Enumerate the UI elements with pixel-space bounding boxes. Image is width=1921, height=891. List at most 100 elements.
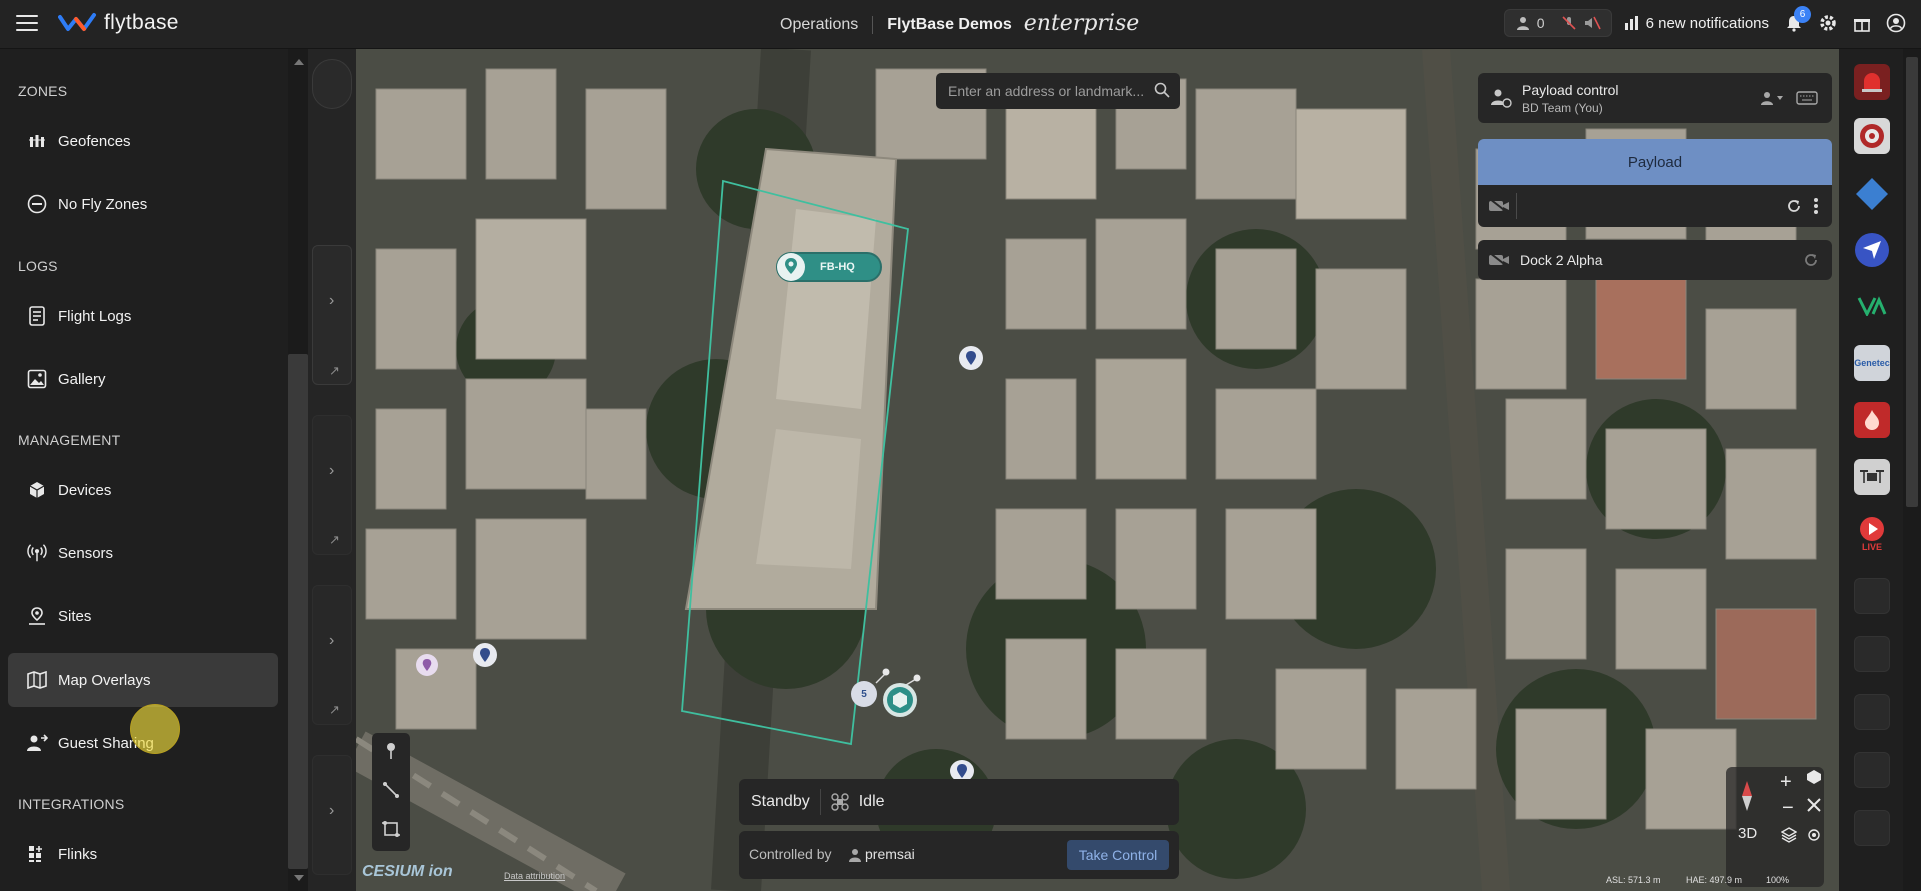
map-pin[interactable] [416,654,438,676]
draw-point-icon[interactable] [383,741,399,761]
chevron-right-icon[interactable]: › [329,292,334,310]
collapsed-search[interactable] [312,59,352,109]
placeholder-icon[interactable] [1847,571,1897,621]
flytbase-logo[interactable]: flytbase [58,11,179,35]
sidebar-item-no-fly-zones[interactable]: No Fly Zones [8,177,278,231]
map-pin[interactable] [959,346,983,370]
sidebar-scrollbar[interactable] [288,49,308,891]
fit-view-icon[interactable] [1806,797,1822,813]
speaker-muted-icon[interactable] [1583,15,1601,31]
sidebar-item-flight-logs[interactable]: Flight Logs [8,289,278,343]
scroll-up-arrow-icon[interactable] [294,59,304,65]
locate-me-icon[interactable] [1806,827,1822,843]
external-link-icon[interactable]: ↗ [329,532,340,548]
map-view[interactable]: FB-HQ 5 Enter an address or landmark... … [356,49,1839,891]
sidebar-item-geofences[interactable]: Geofences [8,114,278,168]
collapsed-card[interactable]: › ↗ [312,415,352,555]
placeholder-icon[interactable] [1847,687,1897,737]
view-mode-toggle[interactable]: 3D [1738,825,1757,842]
user-switch-icon[interactable] [1760,90,1786,106]
drone-icon[interactable] [1847,452,1897,502]
geofence-icon [26,130,48,152]
search-icon[interactable] [1154,82,1170,98]
scrollbar-thumb[interactable] [1906,57,1918,507]
flytbase-logo-icon [58,13,96,31]
refresh-icon[interactable] [1786,198,1802,214]
drone-status-bar: Standby Idle [739,779,1179,825]
operations-link[interactable]: Operations [780,16,874,34]
navigation-icon[interactable] [1847,225,1897,275]
map-search-input[interactable]: Enter an address or landmark... [936,73,1180,109]
sidebar-item-sites[interactable]: Sites [8,589,278,643]
settings-gear-icon[interactable] [1817,12,1839,34]
external-link-icon[interactable]: ↗ [329,702,340,718]
pin-icon [480,648,490,662]
collapsed-card[interactable]: › ↗ [312,585,352,725]
control-bar: Controlled by premsai Take Control [739,831,1179,879]
site-marker[interactable]: FB-HQ [776,252,882,282]
compass-icon[interactable] [1740,781,1754,811]
alarm-icon[interactable] [1847,57,1897,107]
sidebar-item-map-overlays[interactable]: Map Overlays [8,653,278,707]
chevron-right-icon[interactable]: › [329,632,334,650]
sidebar: ZONES Geofences No Fly Zones LOGS Flight… [0,49,312,891]
3d-cube-icon[interactable] [1806,769,1822,785]
scroll-down-arrow-icon[interactable] [294,875,304,881]
chevron-right-icon[interactable]: › [329,462,334,480]
section-zones: ZONES [18,83,68,99]
sidebar-item-sensors[interactable]: Sensors [8,526,278,580]
collapsed-card[interactable]: › [312,755,352,875]
layers-icon[interactable] [1781,827,1797,843]
gift-icon[interactable] [1851,12,1873,34]
image-icon [26,368,48,390]
fire-icon[interactable] [1847,395,1897,445]
diamond-icon[interactable] [1847,169,1897,219]
sidebar-item-flinks[interactable]: Flinks [8,827,278,881]
controller-name: premsai [865,846,915,862]
shield-badge-icon[interactable] [1847,111,1897,161]
logo-text: flytbase [104,11,179,34]
payload-control-title: Payload control [1522,82,1619,98]
data-attribution-link[interactable]: Data attribution [504,871,565,881]
scrollbar-thumb[interactable] [288,354,308,869]
mic-muted-icon[interactable] [1561,15,1577,31]
map-pin[interactable] [473,643,497,667]
payload-control-card[interactable]: Payload control BD Team (You) [1478,73,1832,123]
notifications-summary[interactable]: 6 new notifications [1624,15,1769,32]
chevron-right-icon[interactable]: › [329,802,334,820]
live-icon[interactable]: LIVE [1847,509,1897,559]
collapsed-card[interactable]: › ↗ [312,245,352,385]
dock-feed-card[interactable]: Dock 2 Alpha [1478,240,1832,280]
zoom-in-icon[interactable]: + [1780,771,1792,794]
placeholder-icon[interactable] [1847,745,1897,795]
sidebar-item-gallery[interactable]: Gallery [8,352,278,406]
user-control-icon [1491,89,1512,108]
rail-scrollbar[interactable] [1903,49,1921,891]
placeholder-icon[interactable] [1847,629,1897,679]
zoom-out-icon[interactable]: − [1782,797,1794,820]
drone-activity: Idle [858,793,885,810]
genetec-icon[interactable]: Genetec [1847,338,1897,388]
draw-line-icon[interactable] [382,781,400,799]
sidebar-item-devices[interactable]: Devices [8,463,278,517]
payload-tab[interactable]: Payload [1478,139,1832,185]
bell-icon[interactable]: 6 [1783,6,1811,34]
hamburger-menu-icon[interactable] [16,15,38,33]
section-management: MANAGEMENT [18,432,121,448]
keyboard-icon[interactable] [1796,91,1818,105]
refresh-icon[interactable] [1803,252,1819,268]
take-control-button[interactable]: Take Control [1067,840,1169,870]
sidebar-item-label: Geofences [58,132,131,150]
external-link-icon[interactable]: ↗ [329,363,340,379]
site-marker-label: FB-HQ [820,261,855,273]
vertical-ai-icon[interactable] [1847,281,1897,331]
search-placeholder: Enter an address or landmark... [948,83,1145,99]
dock-marker-cluster[interactable]: 5 [846,659,936,719]
org-name[interactable]: FlytBase Demos [873,16,1012,34]
draw-polygon-icon[interactable] [381,819,401,839]
placeholder-icon[interactable] [1847,803,1897,853]
account-icon[interactable] [1885,12,1907,34]
asl-readout: ASL: 571.3 m [1606,875,1661,885]
more-vertical-icon[interactable] [1813,197,1819,215]
user-audio-pill[interactable]: 0 [1503,9,1612,37]
